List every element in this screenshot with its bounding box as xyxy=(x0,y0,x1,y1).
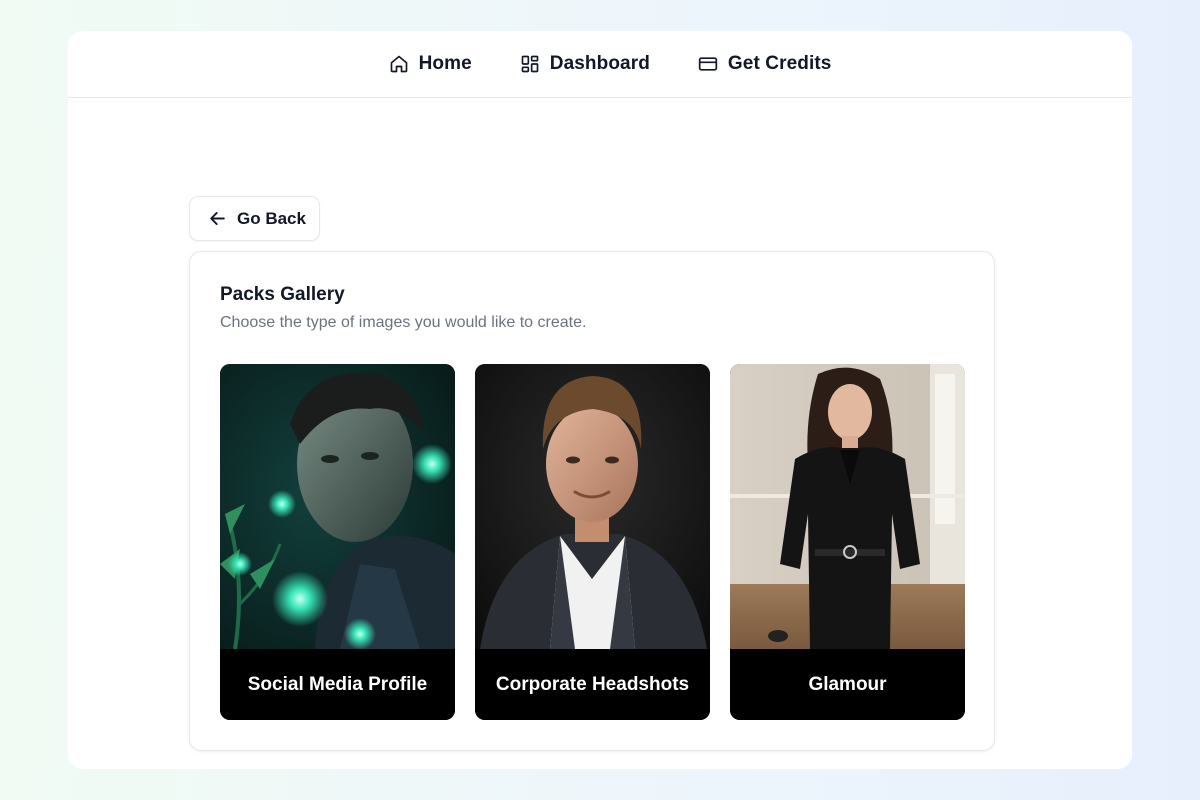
app-window: Home Dashboard Get Credits Go Back Packs… xyxy=(68,31,1132,769)
gallery-title: Packs Gallery xyxy=(220,284,345,305)
pack-label-social-media-profile: Social Media Profile xyxy=(220,649,455,720)
nav-home-label: Home xyxy=(418,53,472,74)
pack-image-corporate xyxy=(475,364,710,649)
pack-social-media-profile[interactable]: Social Media Profile xyxy=(220,364,455,720)
nav-dashboard-label: Dashboard xyxy=(549,53,650,74)
home-icon xyxy=(390,55,407,73)
credit-card-icon xyxy=(698,57,718,71)
pack-glamour[interactable]: Glamour xyxy=(730,364,965,720)
packs-grid: Social Media Profile Corporate Headshots… xyxy=(220,364,965,720)
nav-get-credits-label: Get Credits xyxy=(727,53,832,74)
nav-get-credits[interactable]: Get Credits xyxy=(698,53,832,75)
pack-corporate-headshots[interactable]: Corporate Headshots xyxy=(475,364,710,720)
arrow-left-icon xyxy=(210,212,225,225)
packs-gallery-card: Packs Gallery Choose the type of images … xyxy=(189,251,995,751)
pack-image-glamour xyxy=(730,364,965,649)
nav-dashboard[interactable]: Dashboard xyxy=(520,53,650,75)
go-back-label: Go Back xyxy=(237,208,306,228)
pack-label-corporate-headshots: Corporate Headshots xyxy=(475,649,710,720)
dashboard-icon xyxy=(521,55,539,73)
pack-label-glamour: Glamour xyxy=(730,649,965,720)
go-back-button[interactable]: Go Back xyxy=(189,196,320,241)
gallery-subtitle: Choose the type of images you would like… xyxy=(220,314,587,331)
top-navigation: Home Dashboard Get Credits xyxy=(68,31,1132,98)
pack-image-social-media xyxy=(220,364,455,649)
nav-home[interactable]: Home xyxy=(389,53,472,75)
